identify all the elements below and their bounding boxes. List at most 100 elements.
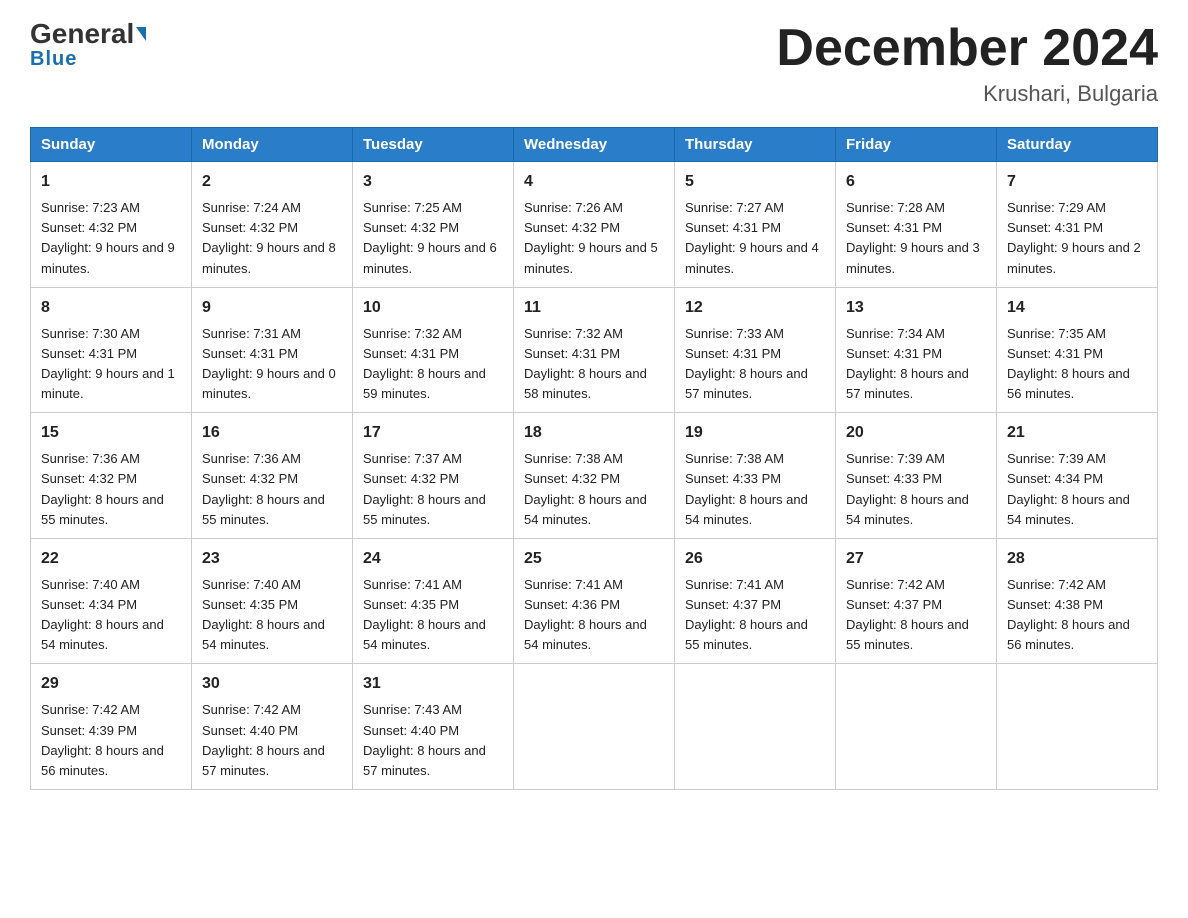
day-number: 4 bbox=[524, 170, 664, 194]
calendar-cell: 22 Sunrise: 7:40 AMSunset: 4:34 PMDayligh… bbox=[31, 538, 192, 664]
calendar-cell bbox=[514, 664, 675, 790]
calendar-cell: 23Sunrise: 7:40 AMSunset: 4:35 PMDayligh… bbox=[192, 538, 353, 664]
day-info: Sunrise: 7:38 AMSunset: 4:32 PMDaylight:… bbox=[524, 449, 664, 530]
page-header: General Blue December 2024 Krushari, Bul… bbox=[30, 20, 1158, 107]
day-info: Sunrise: 7:41 AMSunset: 4:36 PMDaylight:… bbox=[524, 575, 664, 656]
day-info: Sunrise: 7:40 AMSunset: 4:34 PMDaylight:… bbox=[41, 575, 181, 656]
calendar-cell: 9 Sunrise: 7:31 AMSunset: 4:31 PMDaylight… bbox=[192, 287, 353, 413]
day-info: Sunrise: 7:32 AMSunset: 4:31 PMDaylight:… bbox=[524, 324, 664, 405]
header-sunday: Sunday bbox=[31, 128, 192, 162]
day-number: 26 bbox=[685, 547, 825, 571]
calendar-cell: 15 Sunrise: 7:36 AMSunset: 4:32 PMDayligh… bbox=[31, 413, 192, 539]
calendar-cell: 25 Sunrise: 7:41 AMSunset: 4:36 PMDayligh… bbox=[514, 538, 675, 664]
header-friday: Friday bbox=[836, 128, 997, 162]
day-info: Sunrise: 7:38 AMSunset: 4:33 PMDaylight:… bbox=[685, 449, 825, 530]
calendar-cell: 17Sunrise: 7:37 AMSunset: 4:32 PMDayligh… bbox=[353, 413, 514, 539]
day-info: Sunrise: 7:40 AMSunset: 4:35 PMDaylight:… bbox=[202, 575, 342, 656]
day-number: 18 bbox=[524, 421, 664, 445]
calendar-cell: 29 Sunrise: 7:42 AMSunset: 4:39 PMDayligh… bbox=[31, 664, 192, 790]
header-tuesday: Tuesday bbox=[353, 128, 514, 162]
calendar-cell: 6 Sunrise: 7:28 AMSunset: 4:31 PMDaylight… bbox=[836, 162, 997, 288]
day-number: 29 bbox=[41, 672, 181, 696]
calendar-week-4: 22 Sunrise: 7:40 AMSunset: 4:34 PMDayligh… bbox=[31, 538, 1158, 664]
day-number: 15 bbox=[41, 421, 181, 445]
calendar-cell: 24Sunrise: 7:41 AMSunset: 4:35 PMDayligh… bbox=[353, 538, 514, 664]
day-number: 2 bbox=[202, 170, 342, 194]
day-info: Sunrise: 7:26 AMSunset: 4:32 PMDaylight:… bbox=[524, 198, 664, 279]
header-saturday: Saturday bbox=[997, 128, 1158, 162]
calendar-cell: 10Sunrise: 7:32 AMSunset: 4:31 PMDayligh… bbox=[353, 287, 514, 413]
day-info: Sunrise: 7:42 AMSunset: 4:40 PMDaylight:… bbox=[202, 700, 342, 781]
calendar-cell: 20 Sunrise: 7:39 AMSunset: 4:33 PMDayligh… bbox=[836, 413, 997, 539]
day-number: 17 bbox=[363, 421, 503, 445]
day-number: 19 bbox=[685, 421, 825, 445]
calendar-cell: 8Sunrise: 7:30 AMSunset: 4:31 PMDaylight… bbox=[31, 287, 192, 413]
day-info: Sunrise: 7:32 AMSunset: 4:31 PMDaylight:… bbox=[363, 324, 503, 405]
calendar-week-2: 8Sunrise: 7:30 AMSunset: 4:31 PMDaylight… bbox=[31, 287, 1158, 413]
calendar-table: SundayMondayTuesdayWednesdayThursdayFrid… bbox=[30, 127, 1158, 790]
calendar-cell: 4 Sunrise: 7:26 AMSunset: 4:32 PMDaylight… bbox=[514, 162, 675, 288]
calendar-week-3: 15 Sunrise: 7:36 AMSunset: 4:32 PMDayligh… bbox=[31, 413, 1158, 539]
header-wednesday: Wednesday bbox=[514, 128, 675, 162]
header-monday: Monday bbox=[192, 128, 353, 162]
day-number: 7 bbox=[1007, 170, 1147, 194]
calendar-cell: 3Sunrise: 7:25 AMSunset: 4:32 PMDaylight… bbox=[353, 162, 514, 288]
day-number: 11 bbox=[524, 296, 664, 320]
calendar-cell: 12Sunrise: 7:33 AMSunset: 4:31 PMDayligh… bbox=[675, 287, 836, 413]
calendar-cell: 7 Sunrise: 7:29 AMSunset: 4:31 PMDaylight… bbox=[997, 162, 1158, 288]
day-number: 24 bbox=[363, 547, 503, 571]
calendar-cell: 11 Sunrise: 7:32 AMSunset: 4:31 PMDayligh… bbox=[514, 287, 675, 413]
day-info: Sunrise: 7:39 AMSunset: 4:34 PMDaylight:… bbox=[1007, 449, 1147, 530]
day-info: Sunrise: 7:36 AMSunset: 4:32 PMDaylight:… bbox=[41, 449, 181, 530]
day-number: 5 bbox=[685, 170, 825, 194]
calendar-cell: 2 Sunrise: 7:24 AMSunset: 4:32 PMDaylight… bbox=[192, 162, 353, 288]
day-number: 20 bbox=[846, 421, 986, 445]
logo-triangle-icon bbox=[136, 27, 146, 41]
day-info: Sunrise: 7:39 AMSunset: 4:33 PMDaylight:… bbox=[846, 449, 986, 530]
day-number: 8 bbox=[41, 296, 181, 320]
calendar-cell bbox=[836, 664, 997, 790]
calendar-cell: 31 Sunrise: 7:43 AMSunset: 4:40 PMDayligh… bbox=[353, 664, 514, 790]
day-info: Sunrise: 7:28 AMSunset: 4:31 PMDaylight:… bbox=[846, 198, 986, 279]
calendar-week-5: 29 Sunrise: 7:42 AMSunset: 4:39 PMDayligh… bbox=[31, 664, 1158, 790]
day-info: Sunrise: 7:42 AMSunset: 4:37 PMDaylight:… bbox=[846, 575, 986, 656]
day-info: Sunrise: 7:35 AMSunset: 4:31 PMDaylight:… bbox=[1007, 324, 1147, 405]
day-info: Sunrise: 7:27 AMSunset: 4:31 PMDaylight:… bbox=[685, 198, 825, 279]
day-number: 13 bbox=[846, 296, 986, 320]
header-thursday: Thursday bbox=[675, 128, 836, 162]
calendar-cell: 26Sunrise: 7:41 AMSunset: 4:37 PMDayligh… bbox=[675, 538, 836, 664]
day-info: Sunrise: 7:31 AMSunset: 4:31 PMDaylight:… bbox=[202, 324, 342, 405]
calendar-cell: 5 Sunrise: 7:27 AMSunset: 4:31 PMDaylight… bbox=[675, 162, 836, 288]
day-number: 30 bbox=[202, 672, 342, 696]
day-number: 21 bbox=[1007, 421, 1147, 445]
logo: General Blue bbox=[30, 20, 146, 71]
day-info: Sunrise: 7:24 AMSunset: 4:32 PMDaylight:… bbox=[202, 198, 342, 279]
location: Krushari, Bulgaria bbox=[776, 81, 1158, 107]
calendar-cell bbox=[997, 664, 1158, 790]
day-number: 28 bbox=[1007, 547, 1147, 571]
day-info: Sunrise: 7:29 AMSunset: 4:31 PMDaylight:… bbox=[1007, 198, 1147, 279]
day-info: Sunrise: 7:34 AMSunset: 4:31 PMDaylight:… bbox=[846, 324, 986, 405]
calendar-header-row: SundayMondayTuesdayWednesdayThursdayFrid… bbox=[31, 128, 1158, 162]
day-number: 27 bbox=[846, 547, 986, 571]
day-info: Sunrise: 7:43 AMSunset: 4:40 PMDaylight:… bbox=[363, 700, 503, 781]
calendar-cell: 1Sunrise: 7:23 AMSunset: 4:32 PMDaylight… bbox=[31, 162, 192, 288]
calendar-cell: 18 Sunrise: 7:38 AMSunset: 4:32 PMDayligh… bbox=[514, 413, 675, 539]
logo-line2: Blue bbox=[30, 48, 77, 71]
day-number: 6 bbox=[846, 170, 986, 194]
calendar-cell bbox=[675, 664, 836, 790]
day-number: 3 bbox=[363, 170, 503, 194]
day-info: Sunrise: 7:42 AMSunset: 4:38 PMDaylight:… bbox=[1007, 575, 1147, 656]
calendar-cell: 27 Sunrise: 7:42 AMSunset: 4:37 PMDayligh… bbox=[836, 538, 997, 664]
day-number: 9 bbox=[202, 296, 342, 320]
day-number: 25 bbox=[524, 547, 664, 571]
day-info: Sunrise: 7:42 AMSunset: 4:39 PMDaylight:… bbox=[41, 700, 181, 781]
calendar-week-1: 1Sunrise: 7:23 AMSunset: 4:32 PMDaylight… bbox=[31, 162, 1158, 288]
day-number: 14 bbox=[1007, 296, 1147, 320]
title-area: December 2024 Krushari, Bulgaria bbox=[776, 20, 1158, 107]
calendar-cell: 21 Sunrise: 7:39 AMSunset: 4:34 PMDayligh… bbox=[997, 413, 1158, 539]
day-number: 31 bbox=[363, 672, 503, 696]
calendar-cell: 19 Sunrise: 7:38 AMSunset: 4:33 PMDayligh… bbox=[675, 413, 836, 539]
day-info: Sunrise: 7:23 AMSunset: 4:32 PMDaylight:… bbox=[41, 198, 181, 279]
day-number: 22 bbox=[41, 547, 181, 571]
